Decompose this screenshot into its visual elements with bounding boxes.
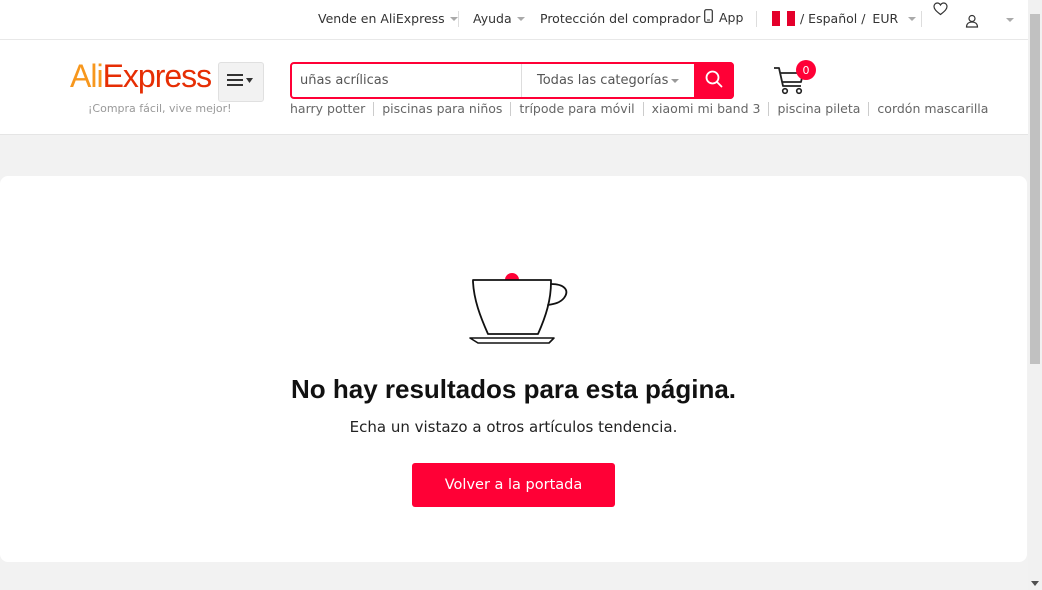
scrollbar-thumb[interactable] — [1030, 14, 1040, 364]
hot-search-link[interactable]: harry potter — [290, 102, 373, 116]
top-bar: Vende en AliExpress Ayuda Protección del… — [0, 0, 1028, 40]
empty-results-title: No hay resultados para esta página. — [290, 374, 737, 404]
chevron-down-icon — [908, 16, 917, 21]
help-label: Ayuda — [473, 11, 512, 26]
peru-flag-icon — [772, 11, 795, 26]
sell-on-aliexpress-label: Vende en AliExpress — [318, 11, 445, 26]
vertical-scrollbar[interactable] — [1028, 0, 1042, 590]
menu-icon — [227, 73, 255, 91]
divider — [458, 11, 459, 27]
hot-search-link[interactable]: piscinas para niños — [373, 102, 510, 116]
cart-button[interactable]: 0 — [772, 60, 816, 100]
divider — [756, 11, 757, 27]
chevron-down-icon — [449, 16, 458, 21]
phone-icon — [704, 9, 713, 26]
heart-icon[interactable] — [933, 1, 948, 20]
search-bar: Todas las categorías — [290, 62, 734, 99]
chevron-down-icon — [516, 16, 525, 21]
buyer-protection-label: Protección del comprador — [540, 11, 701, 26]
cart-count-badge: 0 — [796, 60, 816, 80]
account-chevron-down-icon[interactable] — [1006, 18, 1014, 22]
header: AliExpress ¡Compra fácil, vive mejor! To… — [0, 40, 1028, 135]
aliexpress-logo[interactable]: AliExpress — [70, 58, 218, 95]
hot-searches: harry potter piscinas para niños trípode… — [290, 102, 996, 116]
logo-text-ali: Ali — [70, 58, 104, 94]
categories-menu-button[interactable] — [218, 62, 264, 102]
category-label: Todas las categorías — [537, 73, 669, 88]
currency-label: EUR — [872, 11, 899, 26]
logo-text-express: Express — [102, 58, 213, 94]
app-label: App — [719, 10, 744, 25]
divider — [921, 11, 922, 27]
hot-search-link[interactable]: cordón mascarilla — [868, 102, 996, 116]
empty-results-card: No hay resultados para esta página. Echa… — [0, 176, 1027, 562]
scroll-down-arrow-icon[interactable] — [1031, 581, 1039, 586]
help-link[interactable]: Ayuda — [473, 11, 525, 26]
coffee-cup-icon — [466, 272, 570, 350]
back-to-home-button[interactable]: Volver a la portada — [412, 463, 615, 507]
app-link[interactable]: App — [704, 9, 743, 26]
hot-search-link[interactable]: xiaomi mi band 3 — [642, 102, 769, 116]
buyer-protection-link[interactable]: Protección del comprador — [540, 11, 700, 26]
language-currency-selector[interactable]: / Español / EUR — [772, 11, 917, 26]
user-icon[interactable] — [965, 13, 979, 32]
hot-search-link[interactable]: piscina pileta — [768, 102, 868, 116]
back-to-home-label: Volver a la portada — [444, 477, 583, 493]
slogan: ¡Compra fácil, vive mejor! — [88, 102, 232, 115]
language-label: / Español / — [800, 11, 866, 26]
hot-search-link[interactable]: trípode para móvil — [510, 102, 642, 116]
empty-results-subtitle: Echa un vistazo a otros artículos tenden… — [349, 418, 678, 436]
search-icon — [705, 70, 723, 92]
search-button[interactable] — [694, 62, 734, 99]
category-select[interactable]: Todas las categorías — [521, 64, 695, 97]
chevron-down-icon — [671, 79, 679, 83]
sell-on-aliexpress-link[interactable]: Vende en AliExpress — [318, 11, 458, 26]
search-input[interactable] — [300, 64, 518, 97]
